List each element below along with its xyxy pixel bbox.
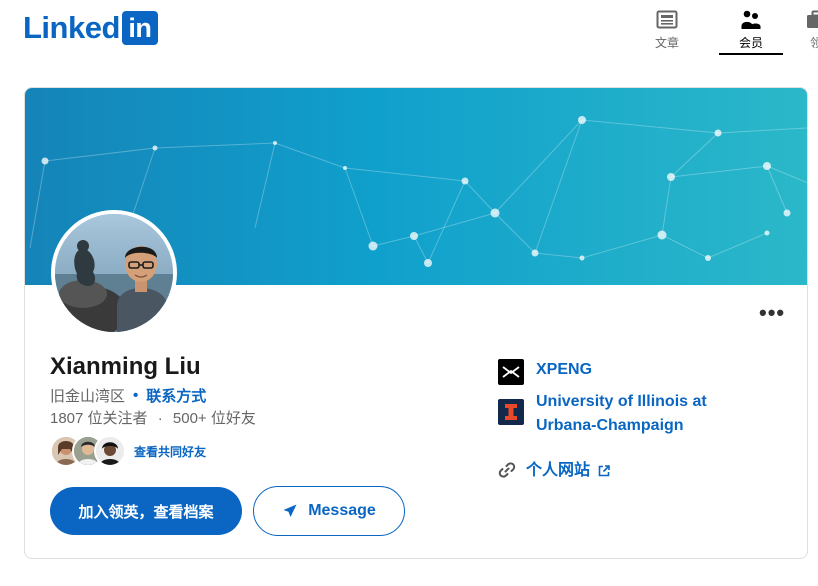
- mutual-connections[interactable]: 查看共同好友: [50, 435, 206, 467]
- message-button[interactable]: Message: [253, 486, 405, 536]
- nav-jobs[interactable]: 领: [804, 8, 818, 51]
- contact-info-link[interactable]: 联系方式: [146, 385, 206, 406]
- logo-in-box: in: [121, 11, 158, 45]
- uiuc-logo-icon: [498, 399, 524, 425]
- school-name: University of Illinois at Urbana-Champai…: [536, 393, 707, 434]
- mutual-avatars: [50, 435, 126, 467]
- separator-dot: •: [133, 387, 139, 404]
- website-label: 个人网站: [526, 462, 591, 479]
- mutual-avatar: [94, 435, 126, 467]
- personal-website-link[interactable]: 个人网站: [498, 461, 610, 483]
- company-name: XPENG: [536, 361, 593, 378]
- members-icon: [741, 10, 761, 29]
- nav-members-label: 会员: [738, 36, 763, 50]
- location-text: 旧金山湾区: [50, 388, 126, 405]
- nav-jobs-label: 领: [809, 36, 818, 50]
- profile-card: ••• Xianming Liu 旧金山湾区 • 联系方式 1807 位关注者 …: [24, 87, 808, 559]
- message-button-label: Message: [308, 502, 376, 519]
- profile-avatar[interactable]: [51, 210, 177, 336]
- more-options-button[interactable]: •••: [759, 300, 785, 326]
- profile-stats: 1807 位关注者 · 500+ 位好友: [50, 407, 256, 428]
- join-view-profile-button[interactable]: 加入领英，查看档案: [50, 487, 242, 535]
- articles-icon: [656, 10, 678, 29]
- stats-separator: ·: [157, 410, 163, 427]
- location-line: 旧金山湾区 • 联系方式: [50, 385, 206, 406]
- jobs-icon: [807, 10, 818, 28]
- view-mutual-link[interactable]: 查看共同好友: [134, 443, 206, 460]
- more-horizontal-icon: •••: [759, 300, 786, 325]
- nav-articles[interactable]: 文章: [655, 8, 679, 51]
- profile-name: Xianming Liu: [50, 353, 201, 380]
- nav-articles-label: 文章: [655, 36, 680, 50]
- profile-photo: [55, 214, 173, 332]
- education-school[interactable]: University of Illinois at Urbana-Champai…: [498, 393, 736, 438]
- link-icon: [498, 462, 516, 478]
- connections-count: 500+ 位好友: [172, 410, 256, 427]
- current-company[interactable]: XPENG: [498, 359, 592, 385]
- nav-members[interactable]: 会员: [719, 8, 783, 55]
- linkedin-logo[interactable]: Linked in: [23, 10, 158, 46]
- xpeng-logo-icon: [498, 359, 524, 385]
- followers-count: 1807 位关注者: [50, 410, 148, 427]
- logo-wordmark: Linked: [23, 10, 120, 45]
- send-icon: [283, 504, 297, 517]
- top-nav-bar: Linked in 文章 会员 领: [0, 0, 818, 60]
- external-link-icon: [598, 465, 610, 477]
